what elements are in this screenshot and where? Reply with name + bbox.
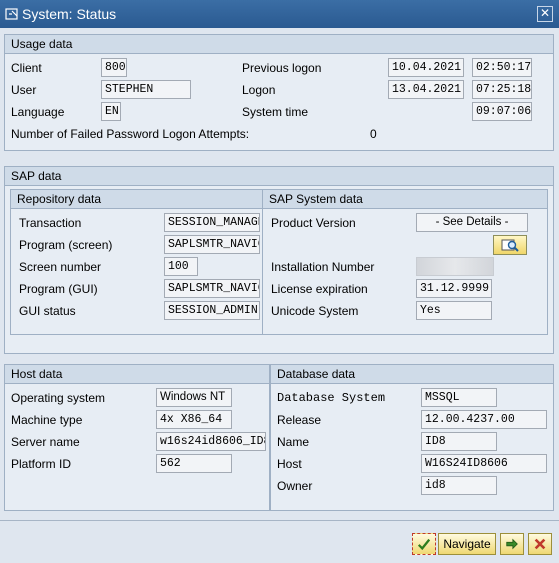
- host-data-panel: Host data Operating system Windows NT Ma…: [4, 364, 270, 511]
- unicode-system-label: Unicode System: [271, 304, 359, 318]
- footer-divider: [0, 520, 559, 521]
- navigate-icon-button[interactable]: [500, 533, 524, 555]
- navigate-icon: [506, 538, 518, 550]
- repository-data-panel: Repository data Transaction SESSION_MANA…: [10, 189, 264, 335]
- cancel-button[interactable]: [528, 533, 552, 555]
- previous-logon-label: Previous logon: [242, 61, 322, 75]
- db-name-label: Name: [277, 435, 310, 449]
- sap-data-title: SAP data: [5, 167, 553, 186]
- screen-number-label: Screen number: [19, 260, 102, 274]
- machine-type-label: Machine type: [11, 413, 83, 427]
- logon-date[interactable]: 13.04.2021: [388, 80, 464, 99]
- operating-system-field[interactable]: Windows NT: [156, 388, 232, 407]
- previous-logon-time[interactable]: 02:50:17: [472, 58, 532, 77]
- database-data-title: Database data: [271, 365, 553, 384]
- usage-data-panel: Usage data Client 800 User STEPHEN Langu…: [4, 34, 554, 151]
- installation-number-redacted: [416, 257, 494, 276]
- program-screen-label: Program (screen): [19, 238, 113, 252]
- database-system-field[interactable]: MSSQL: [421, 388, 497, 407]
- database-system-label: Database System: [277, 391, 386, 405]
- owner-label: Owner: [277, 479, 313, 493]
- client-field[interactable]: 800: [101, 58, 127, 77]
- product-version-label: Product Version: [271, 216, 356, 230]
- product-version-field[interactable]: - See Details -: [416, 213, 528, 232]
- failed-logon-label: Number of Failed Password Logon Attempts…: [11, 127, 250, 141]
- release-label: Release: [277, 413, 322, 427]
- details-icon: [501, 239, 519, 252]
- check-icon: [417, 538, 431, 551]
- program-gui-label: Program (GUI): [19, 282, 98, 296]
- language-label: Language: [11, 105, 65, 119]
- license-expiration-label: License expiration: [271, 282, 368, 296]
- details-button[interactable]: [493, 235, 527, 255]
- language-field[interactable]: EN: [101, 102, 121, 121]
- window-icon: [5, 8, 18, 20]
- owner-field[interactable]: id8: [421, 476, 497, 495]
- title-bar: System: Status ✕: [0, 0, 559, 28]
- transaction-field[interactable]: SESSION_MANAGER: [164, 213, 260, 232]
- db-name-field[interactable]: ID8: [421, 432, 497, 451]
- sap-system-data-title: SAP System data: [263, 190, 547, 209]
- program-screen-field[interactable]: SAPLSMTR_NAVIGATION: [164, 235, 260, 254]
- usage-data-title: Usage data: [5, 35, 553, 54]
- database-data-panel: Database data Database System MSSQL Rele…: [270, 364, 554, 511]
- system-time-field[interactable]: 09:07:06: [472, 102, 532, 121]
- user-field[interactable]: STEPHEN: [101, 80, 191, 99]
- server-name-label: Server name: [11, 435, 80, 449]
- program-gui-field[interactable]: SAPLSMTR_NAVIGATION: [164, 279, 260, 298]
- db-host-field[interactable]: W16S24ID8606: [421, 454, 547, 473]
- logon-time[interactable]: 07:25:18: [472, 80, 532, 99]
- server-name-field[interactable]: w16s24id8606_ID8_00: [156, 432, 266, 451]
- release-field[interactable]: 12.00.4237.00: [421, 410, 547, 429]
- close-icon[interactable]: ✕: [537, 6, 553, 22]
- sap-data-panel: SAP data Repository data Transaction SES…: [4, 166, 554, 354]
- navigate-button[interactable]: Navigate: [438, 533, 496, 555]
- gui-status-label: GUI status: [19, 304, 76, 318]
- host-data-title: Host data: [5, 365, 269, 384]
- operating-system-label: Operating system: [11, 391, 106, 405]
- platform-id-label: Platform ID: [11, 457, 72, 471]
- repository-data-title: Repository data: [11, 190, 263, 209]
- window-title: System: Status: [22, 6, 117, 22]
- db-host-label: Host: [277, 457, 302, 471]
- license-expiration-field[interactable]: 31.12.9999: [416, 279, 492, 298]
- gui-status-field[interactable]: SESSION_ADMIN: [164, 301, 260, 320]
- sap-system-data-panel: SAP System data Product Version - See De…: [262, 189, 548, 335]
- cancel-icon: [534, 538, 546, 550]
- logon-label: Logon: [242, 83, 276, 97]
- confirm-button[interactable]: [412, 533, 436, 555]
- installation-number-label: Installation Number: [271, 260, 375, 274]
- previous-logon-date[interactable]: 10.04.2021: [388, 58, 464, 77]
- failed-logon-value: 0: [370, 127, 377, 141]
- system-time-label: System time: [242, 105, 309, 119]
- screen-number-field[interactable]: 100: [164, 257, 198, 276]
- platform-id-field[interactable]: 562: [156, 454, 232, 473]
- unicode-system-field[interactable]: Yes: [416, 301, 492, 320]
- transaction-label: Transaction: [19, 216, 82, 230]
- client-label: Client: [11, 61, 42, 75]
- user-label: User: [11, 83, 37, 97]
- machine-type-field[interactable]: 4x X86_64: [156, 410, 232, 429]
